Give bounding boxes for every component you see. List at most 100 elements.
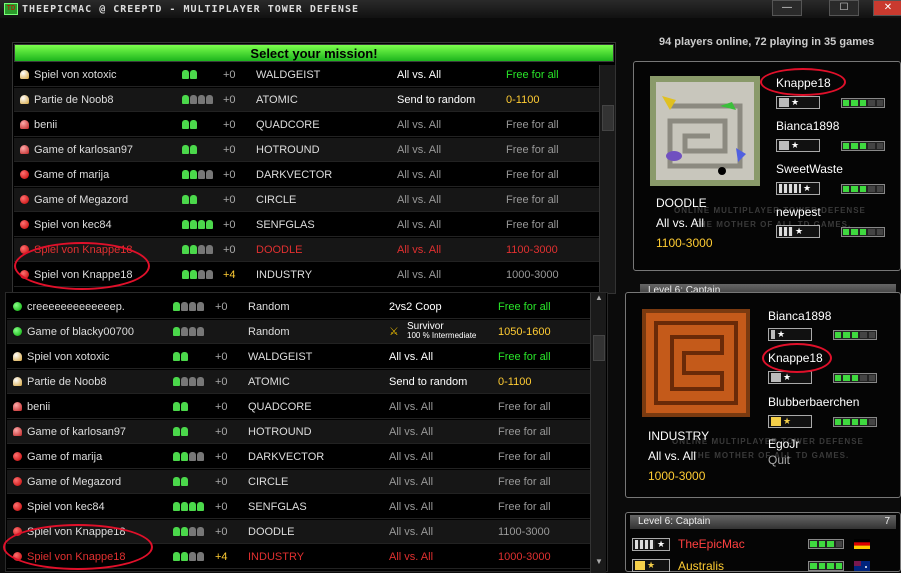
game-name: Game of Megazord — [27, 475, 122, 488]
player-name[interactable]: Australis — [678, 559, 724, 573]
game-open-icon — [13, 327, 22, 336]
highlight-circle — [762, 343, 832, 373]
game-name: Game of marija — [27, 450, 103, 463]
game-row[interactable]: Game of marija +0 DARKVECTOR All vs. All Fre… — [7, 445, 590, 469]
bonus-points: +0 — [223, 168, 236, 181]
game-host-icon — [20, 120, 29, 129]
game-row[interactable]: Spiel von xotoxic +0 WALDGEIST All vs. All F… — [7, 345, 590, 369]
game-row[interactable]: benii +0 QUADCORE All vs. All Free for all — [14, 113, 599, 137]
map-name: INDUSTRY — [248, 550, 305, 563]
map-name: DOODLE — [256, 243, 303, 256]
player-slots-icon — [182, 270, 213, 279]
game-row[interactable]: benii +0 QUADCORE All vs. All Free for all — [7, 395, 590, 419]
game-name: Game of karlosan97 — [34, 143, 134, 156]
player-name[interactable]: EgoJr — [768, 437, 799, 451]
rating-range: Free for all — [498, 475, 551, 488]
game-row[interactable]: creeeeeeeeeeeeep. +0 Random 2vs2 Coop Free f… — [7, 295, 590, 319]
game-mode: All vs. All — [397, 68, 442, 81]
map-name: QUADCORE — [248, 400, 312, 413]
game-mode: All vs. All — [397, 143, 442, 156]
scroll-up-arrow[interactable]: ▲ — [591, 293, 607, 303]
game-row[interactable]: Game of karlosan97 +0 HOTROUND All vs. All F… — [14, 138, 599, 162]
game-mode: All vs. All — [389, 475, 434, 488]
rating-range: 1000-3000 — [498, 550, 551, 563]
game-card-doodle[interactable]: ONLINE MULTIPLAYER TOWER DEFENSE THE MOT… — [633, 61, 901, 271]
rating-range: Free for all — [498, 400, 551, 413]
player-slots-icon — [182, 170, 213, 179]
player-name[interactable]: Blubberbaerchen — [768, 395, 859, 409]
game-running-icon — [13, 452, 22, 461]
game-name: benii — [34, 118, 58, 131]
map-name: DOODLE — [248, 525, 295, 538]
scrollbar-back[interactable] — [599, 65, 615, 293]
rating-range: Free for all — [506, 168, 559, 181]
game-running-icon — [20, 220, 29, 229]
card-map-name: DOODLE — [656, 196, 707, 210]
player-status-bar — [833, 417, 877, 427]
game-row[interactable]: Spiel von kec84 +0 SENFGLAS All vs. All Free… — [7, 495, 590, 519]
scrollbar-front[interactable]: ▲ ▼ — [590, 293, 606, 573]
bonus-points: +0 — [223, 243, 236, 256]
player-name[interactable]: newpest — [776, 205, 821, 219]
map-name: WALDGEIST — [248, 350, 313, 363]
game-mode: Send to random — [389, 375, 468, 388]
player-slots-icon — [182, 120, 197, 129]
rating-range: 1050-1600 — [498, 325, 551, 338]
game-row[interactable]: Game of blacky00700 Random Survivor 100 % I… — [7, 320, 590, 344]
rating-range: Free for all — [506, 218, 559, 231]
scroll-thumb[interactable] — [593, 335, 605, 361]
map-name: Random — [248, 300, 290, 313]
player-name[interactable]: SweetWaste — [776, 162, 843, 176]
card-range: 1100-3000 — [656, 236, 713, 250]
player-slots-icon — [182, 220, 213, 229]
card-map-name: INDUSTRY — [648, 429, 710, 443]
map-industry-icon — [642, 309, 750, 417]
game-row[interactable]: Spiel von xotoxic +0 WALDGEIST All vs. All F… — [14, 63, 599, 87]
germany-flag-icon — [854, 539, 870, 549]
rank-badge: ★ — [768, 328, 812, 341]
game-row[interactable]: Spiel von kec84 +0 SENFGLAS All vs. All Free… — [14, 213, 599, 237]
game-mode: All vs. All — [389, 425, 434, 438]
game-card-level6[interactable]: Level 6: Captain 7 ★ TheEpicMac ★ Austra… — [625, 512, 901, 573]
minimize-button[interactable]: — — [772, 0, 802, 16]
game-mode: All vs. All — [389, 550, 434, 563]
close-button[interactable]: ✕ — [873, 0, 901, 16]
rating-range: 1100-3000 — [498, 525, 550, 538]
bonus-points: +0 — [223, 68, 236, 81]
game-row[interactable]: Game of karlosan97 +0 HOTROUND All vs. All F… — [7, 420, 590, 444]
game-row[interactable]: Game of Megazord +0 CIRCLE All vs. All Free … — [14, 188, 599, 212]
bonus-points: +0 — [215, 425, 228, 438]
game-name: Game of blacky00700 — [27, 325, 135, 338]
rating-range: Free for all — [498, 300, 551, 313]
maximize-button[interactable]: ☐ — [829, 0, 859, 16]
watermark: THE MOTHER OF ALL TD GAMES. — [694, 220, 852, 229]
player-name[interactable]: Bianca1898 — [776, 119, 839, 133]
level-label: Level 6: Captain — [638, 516, 711, 527]
map-name: SENFGLAS — [248, 500, 307, 513]
game-row[interactable]: Game of Megazord +0 CIRCLE All vs. All Free … — [7, 470, 590, 494]
game-name: Spiel von kec84 — [34, 218, 112, 231]
game-row[interactable]: Partie de Noob8 +0 ATOMIC Send to random 0-1… — [7, 370, 590, 394]
game-card-industry[interactable]: ONLINE MULTIPLAYER TOWER DEFENSE THE MOT… — [625, 292, 901, 498]
scroll-thumb[interactable] — [602, 105, 614, 131]
game-name: Spiel von xotoxic — [34, 68, 117, 81]
player-name[interactable]: TheEpicMac — [678, 537, 745, 551]
game-name: Partie de Noob8 — [27, 375, 107, 388]
card-range: 1000-3000 — [648, 469, 706, 483]
card-mode: All vs. All — [656, 216, 705, 230]
scroll-down-arrow[interactable]: ▼ — [591, 557, 607, 567]
game-row[interactable]: Game of marija +0 DARKVECTOR All vs. All Fre… — [14, 163, 599, 187]
highlight-circle — [3, 524, 153, 570]
game-mode: Send to random — [397, 93, 476, 106]
game-name: Game of marija — [34, 168, 110, 181]
player-status-bar — [833, 373, 877, 383]
rank-badge: ★ — [632, 559, 670, 572]
game-name: Game of karlosan97 — [27, 425, 127, 438]
game-row[interactable]: Partie de Noob8 +0 ATOMIC Send to random 0-1… — [14, 88, 599, 112]
game-running-icon — [13, 502, 22, 511]
player-status-bar — [833, 330, 877, 340]
player-slots-icon — [173, 552, 204, 561]
game-mode: All vs. All — [389, 525, 434, 538]
game-name: Partie de Noob8 — [34, 93, 114, 106]
player-name[interactable]: Bianca1898 — [768, 309, 831, 323]
